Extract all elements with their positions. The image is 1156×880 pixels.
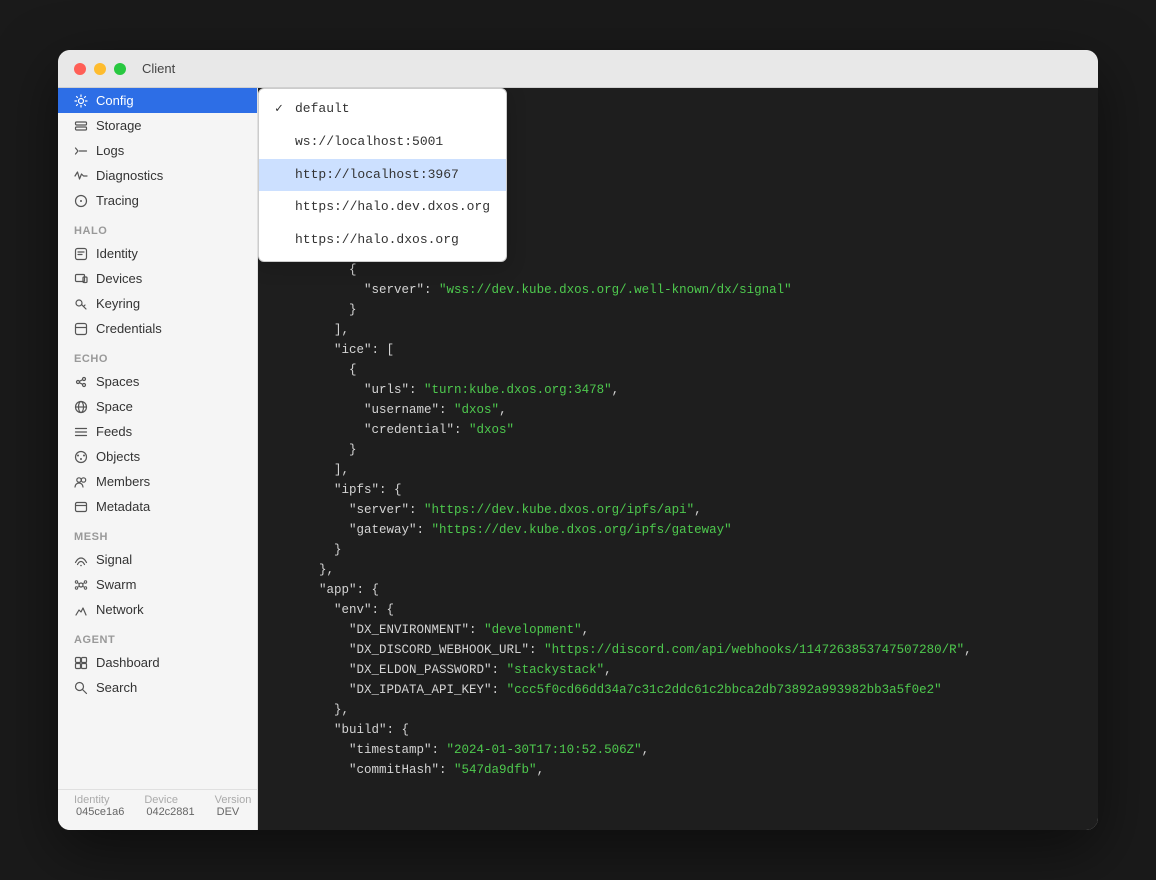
sidebar-item-storage[interactable]: Storage (58, 113, 257, 138)
space-icon (74, 400, 88, 414)
identity-value: 045ce1a6 (76, 806, 124, 818)
sidebar: Config Storage Logs Diagn (58, 88, 258, 830)
footer-identity: Identity 045ce1a6 (74, 794, 124, 818)
sidebar-label-storage: Storage (96, 118, 142, 133)
section-label-echo: ECHO (58, 341, 257, 369)
sidebar-item-dashboard[interactable]: Dashboard (58, 650, 257, 675)
window-title: Client (142, 61, 175, 76)
members-icon (74, 475, 88, 489)
credentials-icon (74, 322, 88, 336)
dropdown-item-http-localhost[interactable]: http://localhost:3967 (259, 159, 506, 192)
identity-label: Identity (74, 794, 109, 806)
identity-icon (74, 247, 88, 261)
sidebar-item-credentials[interactable]: Credentials (58, 316, 257, 341)
sidebar-item-identity[interactable]: Identity (58, 241, 257, 266)
signal-icon (74, 553, 88, 567)
tracing-icon (74, 194, 88, 208)
app-window: Client Config Storage (58, 50, 1098, 830)
spaces-icon (74, 375, 88, 389)
close-button[interactable] (74, 63, 86, 75)
sidebar-item-diagnostics[interactable]: Diagnostics (58, 163, 257, 188)
sidebar-item-swarm[interactable]: Swarm (58, 572, 257, 597)
device-value: 042c2881 (146, 806, 194, 818)
sidebar-label-signal: Signal (96, 552, 132, 567)
sidebar-label-spaces: Spaces (96, 374, 139, 389)
sidebar-label-feeds: Feeds (96, 424, 132, 439)
sidebar-label-metadata: Metadata (96, 499, 150, 514)
sidebar-label-dashboard: Dashboard (96, 655, 160, 670)
main-layout: Config Storage Logs Diagn (58, 88, 1098, 830)
json-display: }, { "server": "wss://dev.kube.dxos.org/… (274, 240, 1082, 780)
sidebar-label-swarm: Swarm (96, 577, 136, 592)
sidebar-label-logs: Logs (96, 143, 124, 158)
search-icon (74, 681, 88, 695)
sidebar-item-config[interactable]: Config (58, 88, 257, 113)
section-label-halo: HALO (58, 213, 257, 241)
dashboard-icon (74, 656, 88, 670)
sidebar-item-objects[interactable]: Objects (58, 444, 257, 469)
footer-device: Device 042c2881 (144, 794, 194, 818)
section-label-mesh: MESH (58, 519, 257, 547)
sidebar-item-search[interactable]: Search (58, 675, 257, 700)
sidebar-label-network: Network (96, 602, 144, 617)
dropdown-item-https-halo-dev[interactable]: https://halo.dev.dxos.org (259, 191, 506, 224)
swarm-icon (74, 578, 88, 592)
sidebar-item-keyring[interactable]: Keyring (58, 291, 257, 316)
dropdown-menu[interactable]: ✓ default ws://localhost:5001 http://loc… (258, 88, 507, 262)
sidebar-label-search: Search (96, 680, 137, 695)
sidebar-item-members[interactable]: Members (58, 469, 257, 494)
titlebar: Client (58, 50, 1098, 88)
objects-icon (74, 450, 88, 464)
gear-icon (74, 94, 88, 108)
sidebar-item-network[interactable]: Network (58, 597, 257, 622)
sidebar-label-credentials: Credentials (96, 321, 162, 336)
sidebar-label-diagnostics: Diagnostics (96, 168, 163, 183)
dropdown-item-https-halo[interactable]: https://halo.dxos.org (259, 224, 506, 257)
sidebar-label-members: Members (96, 474, 150, 489)
network-icon (74, 603, 88, 617)
version-value: DEV (217, 806, 240, 818)
sidebar-item-devices[interactable]: Devices (58, 266, 257, 291)
sidebar-label-tracing: Tracing (96, 193, 139, 208)
section-label-agent: AGENT (58, 622, 257, 650)
minimize-button[interactable] (94, 63, 106, 75)
feeds-icon (74, 425, 88, 439)
sidebar-label-devices: Devices (96, 271, 142, 286)
version-label: Version (215, 794, 252, 806)
json-content-area: ✓ default ws://localhost:5001 http://loc… (258, 88, 1098, 830)
footer-version: Version DEV (215, 794, 252, 818)
sidebar-footer: Identity 045ce1a6 Device 042c2881 Versio… (58, 789, 257, 822)
sidebar-label-config: Config (96, 93, 134, 108)
dropdown-item-ws-localhost[interactable]: ws://localhost:5001 (259, 126, 506, 159)
sidebar-label-objects: Objects (96, 449, 140, 464)
sidebar-item-spaces[interactable]: Spaces (58, 369, 257, 394)
storage-icon (74, 119, 88, 133)
sidebar-label-space: Space (96, 399, 133, 414)
dropdown-item-default[interactable]: ✓ default (259, 93, 506, 126)
sidebar-item-logs[interactable]: Logs (58, 138, 257, 163)
maximize-button[interactable] (114, 63, 126, 75)
sidebar-item-feeds[interactable]: Feeds (58, 419, 257, 444)
sidebar-label-keyring: Keyring (96, 296, 140, 311)
sidebar-item-signal[interactable]: Signal (58, 547, 257, 572)
sidebar-item-metadata[interactable]: Metadata (58, 494, 257, 519)
device-label: Device (144, 794, 178, 806)
keyring-icon (74, 297, 88, 311)
devices-icon (74, 272, 88, 286)
check-default: ✓ (275, 99, 289, 120)
sidebar-item-tracing[interactable]: Tracing (58, 188, 257, 213)
sidebar-label-identity: Identity (96, 246, 138, 261)
sidebar-item-space[interactable]: Space (58, 394, 257, 419)
logs-icon (74, 144, 88, 158)
diagnostics-icon (74, 169, 88, 183)
metadata-icon (74, 500, 88, 514)
